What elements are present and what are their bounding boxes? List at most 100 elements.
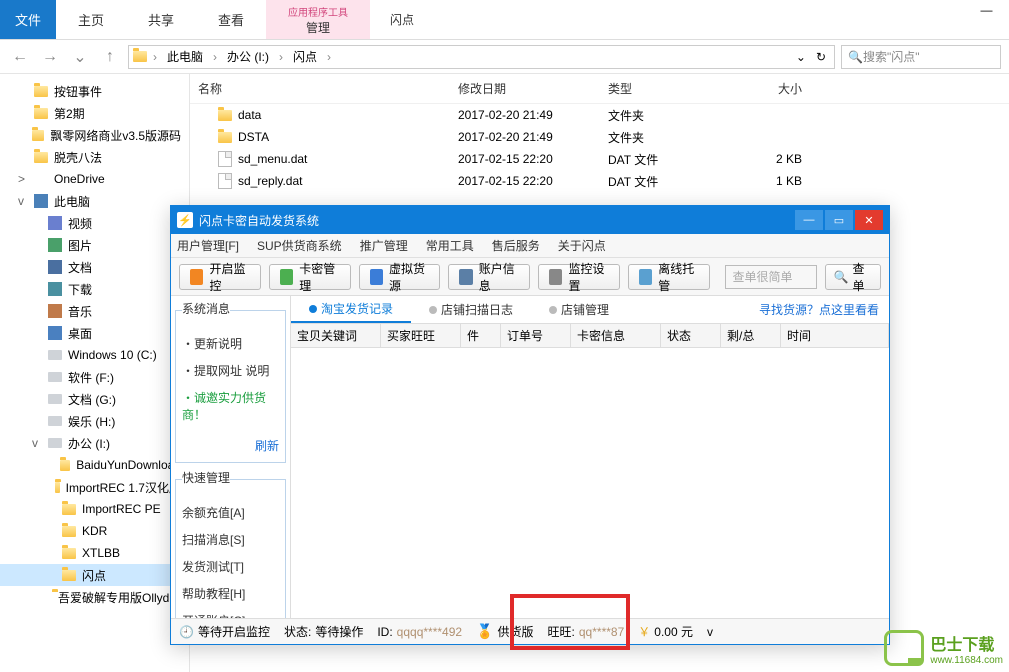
search-input[interactable]: 🔍 搜索"闪点"	[841, 45, 1001, 69]
tree-item[interactable]: v此电脑	[0, 190, 189, 212]
tree-item[interactable]: >OneDrive	[0, 168, 189, 190]
refresh-link[interactable]: 刷新	[182, 429, 279, 454]
grid-col[interactable]: 件	[461, 324, 501, 347]
grid-col[interactable]: 状态	[661, 324, 721, 347]
tree-item[interactable]: BaiduYunDownload	[0, 454, 189, 476]
toolbar-button[interactable]: 虚拟货源	[359, 264, 441, 290]
tree-item[interactable]: 第2期	[0, 102, 189, 124]
back-button[interactable]: ←	[8, 45, 32, 69]
chevron-right-icon: ›	[209, 50, 221, 64]
status-wangwang: 旺旺:qq****87	[548, 623, 625, 640]
tree-item[interactable]: 娱乐 (H:)	[0, 410, 189, 432]
tree-item[interactable]: XTLBB	[0, 542, 189, 564]
ribbon-tab-view[interactable]: 查看	[196, 0, 266, 39]
tree-item[interactable]: 软件 (F:)	[0, 366, 189, 388]
tree-item[interactable]: 文档 (G:)	[0, 388, 189, 410]
grid-body[interactable]	[291, 348, 889, 618]
ribbon-contextual-tab[interactable]: 应用程序工具 管理	[266, 0, 370, 39]
sidebar-item[interactable]: 帮助教程[H]	[182, 585, 279, 602]
toolbar-button[interactable]: 离线托管	[628, 264, 710, 290]
breadcrumb-item[interactable]: 闪点	[289, 48, 321, 65]
ribbon-tab-share[interactable]: 共享	[126, 0, 196, 39]
sidebar-item-green[interactable]: ・诚邀实力供货商！	[182, 389, 279, 423]
recent-button[interactable]: ⌄	[68, 45, 92, 69]
tree-item[interactable]: Windows 10 (C:)	[0, 344, 189, 366]
tree-item[interactable]: 音乐	[0, 300, 189, 322]
tree-item[interactable]: 闪点	[0, 564, 189, 586]
col-type[interactable]: 类型	[600, 80, 730, 97]
toolbar-button[interactable]: 监控设置	[538, 264, 620, 290]
toolbar-button[interactable]: 卡密管理	[269, 264, 351, 290]
forward-button[interactable]: →	[38, 45, 62, 69]
tree-item[interactable]: 文档	[0, 256, 189, 278]
menu-user[interactable]: 用户管理[F]	[177, 237, 239, 254]
close-button[interactable]: ✕	[855, 210, 883, 230]
status-id: ID:qqqq****492	[377, 625, 462, 639]
breadcrumb-item[interactable]: 办公 (I:)	[223, 48, 273, 65]
breadcrumb[interactable]: › 此电脑 › 办公 (I:) › 闪点 › ⌄ ↻	[128, 45, 835, 69]
search-placeholder: 搜索"闪点"	[863, 48, 920, 65]
tree-item[interactable]: 按钮事件	[0, 80, 189, 102]
tree-item[interactable]: v办公 (I:)	[0, 432, 189, 454]
sidebar-item[interactable]: ・更新说明	[182, 335, 279, 352]
toolbar-button[interactable]: 开启监控	[179, 264, 261, 290]
breadcrumb-item[interactable]: 此电脑	[163, 48, 207, 65]
tab-store-manage[interactable]: 店铺管理	[531, 296, 627, 323]
col-date[interactable]: 修改日期	[450, 80, 600, 97]
file-row[interactable]: sd_menu.dat2017-02-15 22:20DAT 文件2 KB	[190, 148, 1009, 170]
menu-promo[interactable]: 推广管理	[360, 237, 408, 254]
grid-col[interactable]: 买家旺旺	[381, 324, 461, 347]
tree-item[interactable]: 图片	[0, 234, 189, 256]
tab-taobao-records[interactable]: 淘宝发货记录	[291, 296, 411, 323]
nav-tree[interactable]: 按钮事件第2期飘零网络商业v3.5版源码脱壳八法>OneDrivev此电脑视频图…	[0, 74, 190, 672]
sidebar-group-title: 系统消息	[182, 300, 230, 321]
tree-item[interactable]: 脱壳八法	[0, 146, 189, 168]
minimize-button[interactable]: —	[964, 0, 1009, 20]
menu-service[interactable]: 售后服务	[492, 237, 540, 254]
sd-titlebar[interactable]: ⚡ 闪点卡密自动发货系统 — ▭ ✕	[171, 206, 889, 234]
grid-col[interactable]: 宝贝关键词	[291, 324, 381, 347]
file-row[interactable]: data2017-02-20 21:49文件夹	[190, 104, 1009, 126]
menu-about[interactable]: 关于闪点	[558, 237, 606, 254]
tab-scan-log[interactable]: 店铺扫描日志	[411, 296, 531, 323]
grid-col[interactable]: 剩/总	[721, 324, 781, 347]
tree-item[interactable]: ImportREC PE	[0, 498, 189, 520]
file-menu[interactable]: 文件	[0, 0, 56, 39]
sidebar-item[interactable]: 扫描消息[S]	[182, 531, 279, 548]
sd-statusbar: 🕘等待开启监控 状态:等待操作 ID:qqqq****492 🏅供货版 旺旺:q…	[171, 618, 889, 644]
menu-tools[interactable]: 常用工具	[426, 237, 474, 254]
order-search-button[interactable]: 🔍查单	[825, 264, 882, 290]
up-button[interactable]: ↑	[98, 45, 122, 69]
sidebar-item[interactable]: 发货测试[T]	[182, 558, 279, 575]
file-row[interactable]: DSTA2017-02-20 21:49文件夹	[190, 126, 1009, 148]
toolbar-icon	[459, 269, 472, 285]
file-row[interactable]: sd_reply.dat2017-02-15 22:20DAT 文件1 KB	[190, 170, 1009, 192]
sd-main: 淘宝发货记录 店铺扫描日志 店铺管理 寻找货源？点这里看看 宝贝关键词 买家旺旺…	[291, 296, 889, 618]
sidebar-group-title: 快速管理	[182, 469, 230, 490]
toolbar-button[interactable]: 账户信息	[448, 264, 530, 290]
dropdown-icon[interactable]: ⌄	[792, 50, 810, 64]
sidebar-item[interactable]: 余额充值[A]	[182, 504, 279, 521]
order-search-input[interactable]: 查单很简单	[725, 265, 816, 289]
tree-item[interactable]: KDR	[0, 520, 189, 542]
menu-sup[interactable]: SUP供货商系统	[257, 237, 342, 254]
refresh-button[interactable]: ↻	[812, 50, 830, 64]
sidebar-item[interactable]: ・提取网址 说明	[182, 362, 279, 379]
col-name[interactable]: 名称	[190, 80, 450, 97]
tree-item[interactable]: 飘零网络商业v3.5版源码	[0, 124, 189, 146]
col-size[interactable]: 大小	[730, 80, 810, 97]
tree-item[interactable]: 视频	[0, 212, 189, 234]
ribbon-tab-home[interactable]: 主页	[56, 0, 126, 39]
find-source-link[interactable]: 寻找货源？点这里看看	[749, 296, 889, 323]
tree-item[interactable]: 下载	[0, 278, 189, 300]
minimize-button[interactable]: —	[795, 210, 823, 230]
tree-item[interactable]: 桌面	[0, 322, 189, 344]
grid-col[interactable]: 卡密信息	[571, 324, 661, 347]
dot-icon	[429, 306, 437, 314]
maximize-button[interactable]: ▭	[825, 210, 853, 230]
grid-col[interactable]: 订单号	[501, 324, 571, 347]
tree-item[interactable]: 吾爱破解专用版Ollydbg	[0, 586, 189, 608]
tree-item[interactable]: ImportREC 1.7汉化版	[0, 476, 189, 498]
grid-col[interactable]: 时间	[781, 324, 889, 347]
status-edition: 🏅供货版	[476, 623, 533, 640]
